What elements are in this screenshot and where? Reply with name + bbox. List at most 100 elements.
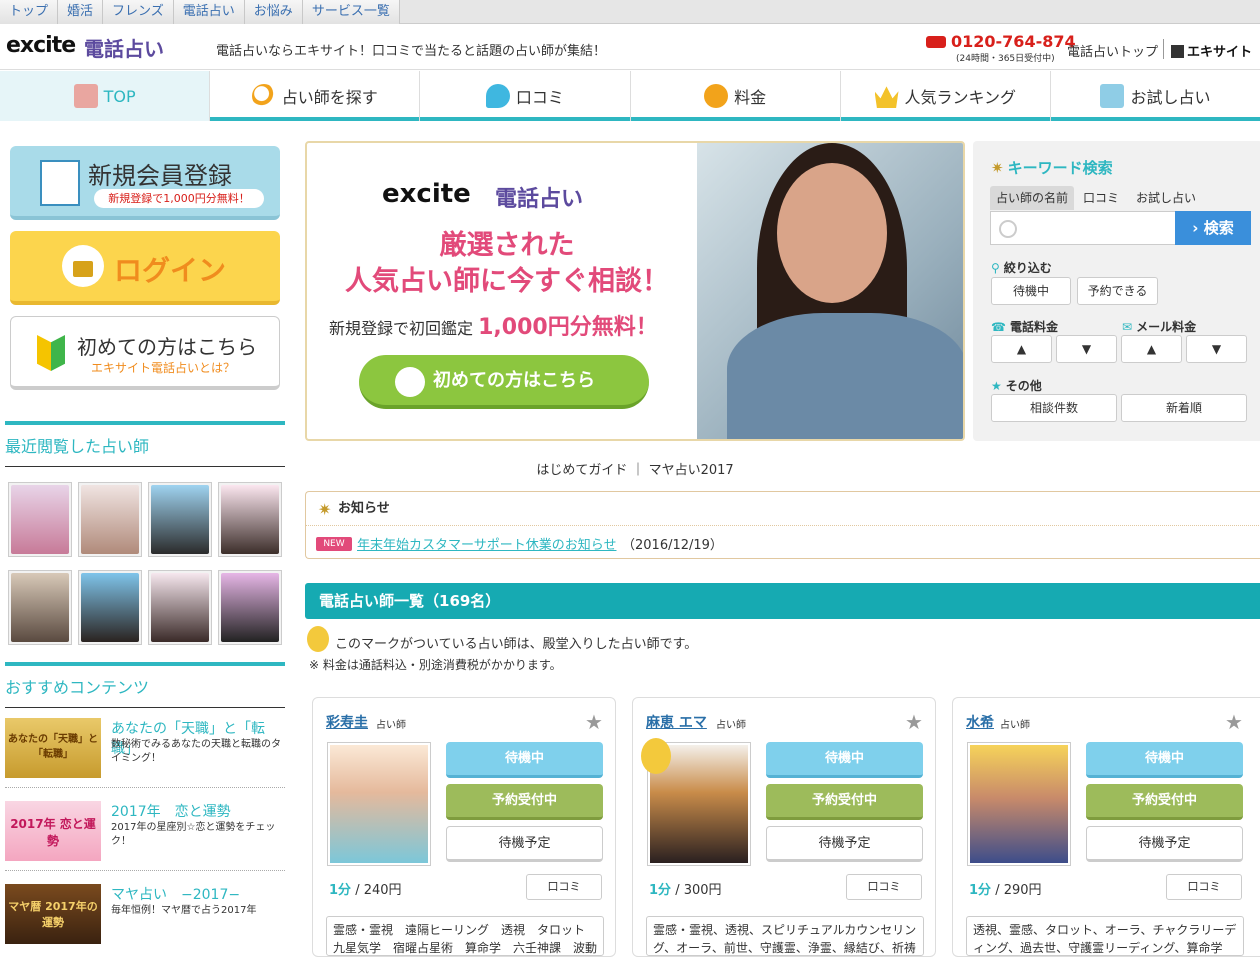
phone-fee-desc-button[interactable]: ▼	[1056, 335, 1117, 363]
recommend-desc: 2017年の星座別☆恋と運勢をチェック！	[111, 822, 276, 847]
topbar-link-services[interactable]: サービス一覧	[302, 0, 400, 24]
filter-standby-button[interactable]: 待機中	[991, 277, 1071, 305]
sort-consultations-button[interactable]: 相談件数	[991, 394, 1117, 422]
phone-fee-label: ☎ 電話料金	[991, 320, 1058, 334]
recommend-title[interactable]: 2017年 恋と運勢	[111, 801, 231, 821]
register-sub: 新規登録で1,000円分無料！	[94, 189, 264, 208]
recommend-image: 2017年 恋と運勢	[5, 801, 101, 861]
other-label: ★ その他	[991, 379, 1042, 393]
register-button[interactable]: 新規会員登録 新規登録で1,000円分無料！	[10, 146, 280, 220]
reservation-button[interactable]: 予約受付中	[446, 784, 603, 820]
banner-subline: 新規登録で初回鑑定 1,000円分無料！	[329, 315, 658, 340]
sort-newest-button[interactable]: 新着順	[1121, 394, 1247, 422]
teller-price: 1分 / 300円	[649, 883, 722, 898]
nav-fees[interactable]: 料金	[631, 71, 841, 121]
nav-search[interactable]: 占い師を探す	[210, 71, 421, 121]
review-button[interactable]: 口コミ	[846, 874, 922, 900]
phone-icon: ☎	[991, 320, 1006, 334]
favorite-star-icon[interactable]: ★	[585, 710, 603, 734]
teller-name[interactable]: 麻恵 エマ	[646, 712, 707, 732]
search-tab-reviews[interactable]: 口コミ	[1077, 186, 1125, 210]
nav-ranking[interactable]: 人気ランキング	[841, 71, 1051, 121]
banner-photo-body	[727, 313, 963, 439]
teller-specialties: 霊感・霊視 遠隔ヒーリング 透視 タロット 九星気学 宿曜占星術 算命学 六壬神…	[326, 916, 604, 956]
site-header: excite 電話占い 電話占いならエキサイト！口コミで当たると話題の占い師が集…	[0, 25, 1260, 70]
reservation-button[interactable]: 予約受付中	[1086, 784, 1243, 820]
fortune-teller-card: 麻恵 エマ 占い師 ★ 待機中 予約受付中 待機予定 1分 / 300円 口コミ…	[632, 697, 936, 957]
teller-photo[interactable]	[967, 742, 1071, 866]
topbar-link-friends[interactable]: フレンズ	[103, 0, 174, 24]
status-standby-button[interactable]: 待機中	[1086, 742, 1243, 778]
review-button[interactable]: 口コミ	[526, 874, 602, 900]
nav-reviews[interactable]: 口コミ	[420, 71, 631, 121]
scheduled-standby-button[interactable]: 待機予定	[446, 826, 603, 862]
filter-reservable-button[interactable]: 予約できる	[1077, 277, 1158, 305]
reservation-button[interactable]: 予約受付中	[766, 784, 923, 820]
teller-name[interactable]: 水希	[966, 712, 994, 732]
status-standby-button[interactable]: 待機中	[446, 742, 603, 778]
topbar-link-onayami[interactable]: お悩み	[244, 0, 303, 24]
header-divider	[1163, 39, 1164, 59]
banner-first-time-button[interactable]: 初めての方はこちら	[359, 355, 649, 409]
teller-photo[interactable]	[327, 742, 431, 866]
teller-role: 占い師	[1000, 720, 1030, 731]
teller-specialties: 霊感・霊視、透視、スピリチュアルカウンセリング、オーラ、前世、守護霊、浄霊、縁結…	[646, 916, 924, 956]
search-button[interactable]: › 検索	[1175, 211, 1251, 245]
scheduled-standby-button[interactable]: 待機予定	[766, 826, 923, 862]
teller-specialties: 透視、霊感、タロット、オーラ、チャクラリーディング、過去世、守護霊リーディング、…	[966, 916, 1244, 956]
denwa-uranai-logo[interactable]: 電話占い	[84, 33, 164, 62]
first-time-button[interactable]: 初めての方はこちら エキサイト電話占いとは？	[10, 316, 280, 390]
recommend-title[interactable]: マヤ占い −2017−	[111, 884, 240, 904]
banner-headline-2: 人気占い師に今すぐ相談！	[345, 266, 669, 297]
recommend-item[interactable]: マヤ暦 2017年の運勢 マヤ占い −2017− 毎年恒例！マヤ暦で占う2017…	[5, 884, 285, 954]
favorite-star-icon[interactable]: ★	[1225, 710, 1243, 734]
favorite-star-icon[interactable]: ★	[905, 710, 923, 734]
header-link-excite[interactable]: エキサイト	[1171, 41, 1252, 60]
hall-of-fame-medal-icon	[641, 738, 671, 774]
news-header: ✷ お知らせ	[306, 492, 1260, 526]
login-button[interactable]: ログイン	[10, 231, 280, 305]
envelope-icon	[1100, 84, 1125, 108]
nav-top[interactable]: TOP	[0, 71, 211, 121]
recommend-desc: 毎年恒例！マヤ暦で占う2017年	[111, 905, 257, 916]
header-link-uranai-top[interactable]: 電話占いトップ	[1067, 41, 1158, 60]
new-badge: NEW	[316, 537, 352, 551]
news-date: （2016/12/19）	[622, 538, 723, 553]
topbar-link-uranai[interactable]: 電話占い	[173, 0, 245, 24]
recent-fortune-teller-thumb[interactable]	[78, 482, 142, 557]
hall-of-fame-medal-icon	[307, 626, 329, 652]
scheduled-standby-button[interactable]: 待機予定	[1086, 826, 1243, 862]
star-icon: ★	[991, 379, 1002, 393]
main-nav: TOP 占い師を探す 口コミ 料金 人気ランキング お試し占い	[0, 71, 1260, 121]
teller-name[interactable]: 彩寿圭	[326, 712, 368, 732]
hero-banner[interactable]: excite 電話占い 厳選された 人気占い師に今すぐ相談！ 新規登録で初回鑑定…	[305, 141, 965, 441]
mail-fee-asc-button[interactable]: ▲	[1121, 335, 1182, 363]
recent-fortune-teller-thumb[interactable]	[218, 482, 282, 557]
review-button[interactable]: 口コミ	[1166, 874, 1242, 900]
recommend-item[interactable]: あなたの「天職」と「転職」 あなたの「天職」と「転職」 数秘術でみるあなたの天職…	[5, 718, 285, 788]
recent-fortune-teller-thumb[interactable]	[8, 482, 72, 557]
topbar-link-top[interactable]: トップ	[0, 0, 59, 24]
topbar-link-konkatsu[interactable]: 婚活	[58, 0, 104, 24]
teller-price: 1分 / 240円	[329, 883, 402, 898]
phone-fee-asc-button[interactable]: ▲	[991, 335, 1052, 363]
search-tab-trial[interactable]: お試し占い	[1130, 186, 1202, 210]
banner-headline-1: 厳選された	[439, 230, 575, 261]
status-standby-button[interactable]: 待機中	[766, 742, 923, 778]
nav-trial[interactable]: お試し占い	[1051, 71, 1260, 121]
recent-fortune-teller-thumb[interactable]	[8, 570, 72, 645]
global-topbar: トップ 婚活 フレンズ 電話占い お悩み サービス一覧	[0, 0, 1260, 24]
excite-logo[interactable]: excite	[6, 33, 76, 58]
search-tab-name[interactable]: 占い師の名前	[990, 186, 1075, 210]
recommend-item[interactable]: 2017年 恋と運勢 2017年 恋と運勢 2017年の星座別☆恋と運勢をチェッ…	[5, 801, 285, 871]
mail-fee-desc-button[interactable]: ▼	[1186, 335, 1247, 363]
recent-fortune-teller-thumb[interactable]	[78, 570, 142, 645]
guide-links[interactable]: はじめてガイド ｜ マヤ占い2017	[305, 459, 965, 478]
beginner-mark-icon	[395, 367, 425, 397]
news-link[interactable]: 年末年始カスタマーサポート休業のお知らせ	[357, 534, 616, 553]
lock-icon	[62, 245, 104, 287]
search-input[interactable]	[990, 211, 1176, 245]
recent-fortune-teller-thumb[interactable]	[148, 570, 212, 645]
recent-fortune-teller-thumb[interactable]	[148, 482, 212, 557]
recent-fortune-teller-thumb[interactable]	[218, 570, 282, 645]
